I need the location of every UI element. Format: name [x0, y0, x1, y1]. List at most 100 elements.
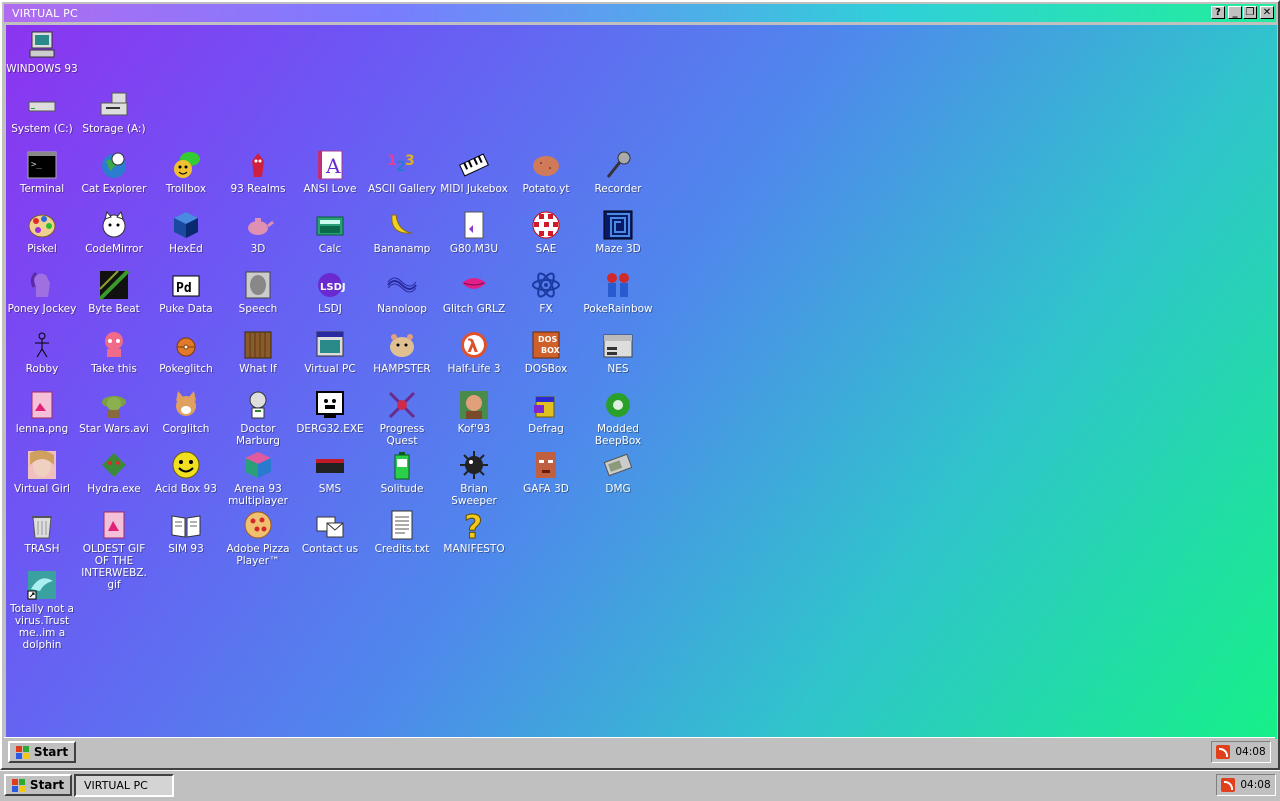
desktop-icon[interactable]: Brian Sweeper	[438, 449, 510, 507]
cat-face-icon	[98, 209, 130, 241]
inner-start-label: Start	[33, 745, 69, 759]
desktop-icon[interactable]: λ Half-Life 3	[438, 329, 510, 375]
contact-icon	[314, 509, 346, 541]
dosbox-icon: DOS BOX	[530, 329, 562, 361]
desktop-icon[interactable]: lenna.png	[6, 389, 78, 435]
desktop-icon[interactable]: Maze 3D	[582, 209, 654, 255]
desktop-icon[interactable]: Acid Box 93	[150, 449, 222, 495]
desktop-icon-label: System (C:)	[11, 123, 73, 135]
restore-button[interactable]: ❐	[1243, 6, 1257, 19]
desktop-icon[interactable]: DERG32.EXE	[294, 389, 366, 435]
desktop-icon[interactable]: Defrag	[510, 389, 582, 435]
inner-clock: 04:08	[1235, 746, 1266, 758]
desktop-icon[interactable]: A ANSI Love	[294, 149, 366, 195]
microphone-icon	[602, 149, 634, 181]
desktop-icon[interactable]: Pokeglitch	[150, 329, 222, 375]
help-button[interactable]: ?	[1211, 6, 1225, 19]
desktop-icon[interactable]: Adobe Pizza Player™	[222, 509, 294, 567]
taskbar-button-virtual-pc[interactable]: VIRTUAL PC	[74, 774, 174, 797]
desktop-icon-label: ASCII Gallery	[367, 183, 437, 195]
desktop-icon[interactable]: Byte Beat	[78, 269, 150, 315]
desktop-icon[interactable]: Nanoloop	[366, 269, 438, 315]
desktop-icon-label: FX	[539, 303, 553, 315]
minimize-button[interactable]: _	[1228, 6, 1242, 19]
desktop-icon[interactable]: HAMPSTER	[366, 329, 438, 375]
desktop-icon[interactable]: Corglitch	[150, 389, 222, 435]
palette-icon	[26, 209, 58, 241]
desktop-icon[interactable]: Glitch GRLZ	[438, 269, 510, 315]
outer-start-button[interactable]: Start	[4, 774, 72, 796]
desktop-icon[interactable]: Totally not a virus.Trust me..im a dolph…	[6, 569, 78, 651]
desktop-icon[interactable]: Recorder	[582, 149, 654, 195]
rss-feed-icon[interactable]	[1221, 778, 1236, 792]
desktop-icon-label: Half-Life 3	[447, 363, 501, 375]
desktop-icon[interactable]: LSDJ LSDJ	[294, 269, 366, 315]
desktop-icon[interactable]: Modded BeepBox	[582, 389, 654, 447]
desktop-icon[interactable]: Trollbox	[150, 149, 222, 195]
desktop-icon-label: Cat Explorer	[81, 183, 147, 195]
desktop-icon[interactable]: Storage (A:)	[78, 89, 150, 135]
svg-text:?: ?	[464, 509, 483, 541]
desktop-icon[interactable]: PokeRainbow	[582, 269, 654, 315]
desktop-icon[interactable]: Pd Puke Data	[150, 269, 222, 315]
desktop-icon-label: Defrag	[528, 423, 564, 435]
desktop-icon[interactable]: DMG	[582, 449, 654, 495]
outer-clock: 04:08	[1240, 779, 1271, 791]
desktop-icon[interactable]: Take this	[78, 329, 150, 375]
desktop-icon[interactable]: Bananamp	[366, 209, 438, 255]
desktop-icon[interactable]: Contact us	[294, 509, 366, 555]
desktop-icon[interactable]: SMS	[294, 449, 366, 495]
desktop-icon[interactable]: Credits.txt	[366, 509, 438, 555]
desktop-icon-label: Star Wars.avi	[79, 423, 149, 435]
desktop-icon[interactable]: OLDEST GIF OF THE INTERWEBZ.gif	[78, 509, 150, 591]
desktop-icon[interactable]: CodeMirror	[78, 209, 150, 255]
desktop-icon[interactable]: Poney Jockey	[6, 269, 78, 315]
windows-logo-icon	[11, 778, 26, 792]
desktop-icon[interactable]: FX	[510, 269, 582, 315]
crossed-swords-icon	[386, 389, 418, 421]
desktop-icon[interactable]: 1 2 3 ASCII Gallery	[366, 149, 438, 195]
desktop-icon[interactable]: Progress Quest	[366, 389, 438, 447]
desktop-icon[interactable]: SIM 93	[150, 509, 222, 555]
rss-feed-icon[interactable]	[1216, 745, 1231, 759]
desktop-icon[interactable]: What If	[222, 329, 294, 375]
desktop-icon[interactable]: GAFA 3D	[510, 449, 582, 495]
desktop-icon[interactable]: Calc	[294, 209, 366, 255]
desktop-icon[interactable]: System (C:)	[6, 89, 78, 135]
desktop-icon[interactable]: ? MANIFESTO	[438, 509, 510, 555]
desktop-icon[interactable]: Doctor Marburg	[222, 389, 294, 447]
desktop-icon[interactable]: HexEd	[150, 209, 222, 255]
desktop-icon-label: SAE	[535, 243, 557, 255]
desktop-icon[interactable]: G80.M3U	[438, 209, 510, 255]
desktop-icon[interactable]: Speech	[222, 269, 294, 315]
desktop-icon-label: Trollbox	[165, 183, 207, 195]
banana-icon	[386, 209, 418, 241]
desktop-icon[interactable]: 93 Realms	[222, 149, 294, 195]
desktop-icon[interactable]: Virtual Girl	[6, 449, 78, 495]
desktop-icon[interactable]: DOS BOX DOSBox	[510, 329, 582, 375]
desktop-icon[interactable]: Hydra.exe	[78, 449, 150, 495]
close-button[interactable]: ✕	[1260, 6, 1274, 19]
desktop-icon-label: MIDI Jukebox	[440, 183, 508, 195]
desktop-icon[interactable]: TRASH	[6, 509, 78, 555]
desktop-icon[interactable]: Robby	[6, 329, 78, 375]
desktop-icon[interactable]: Solitude	[366, 449, 438, 495]
inner-start-button[interactable]: Start	[8, 741, 76, 763]
desktop-icon-label: 93 Realms	[230, 183, 286, 195]
desktop-icon[interactable]: Star Wars.avi	[78, 389, 150, 435]
desktop-icon[interactable]: MIDI Jukebox	[438, 149, 510, 195]
desktop-icon[interactable]: Virtual PC	[294, 329, 366, 375]
desktop-icon[interactable]: Piskel	[6, 209, 78, 255]
desktop-icon[interactable]: Potato.yt	[510, 149, 582, 195]
audio-file-icon	[458, 209, 490, 241]
desktop-icon[interactable]: >_ Terminal	[6, 149, 78, 195]
desktop-icon[interactable]: Arena 93 multiplayer	[222, 449, 294, 507]
hydra-icon	[98, 449, 130, 481]
desktop-icon[interactable]: SAE	[510, 209, 582, 255]
desktop-icon[interactable]: NES	[582, 329, 654, 375]
desktop-icon[interactable]: Kof'93	[438, 389, 510, 435]
desktop-icon[interactable]: Cat Explorer	[78, 149, 150, 195]
desktop-icon[interactable]: 3D	[222, 209, 294, 255]
desktop-icon[interactable]: WINDOWS 93	[6, 29, 78, 75]
window-titlebar[interactable]: VIRTUAL PC ? _ ❐ ✕	[4, 4, 1276, 22]
